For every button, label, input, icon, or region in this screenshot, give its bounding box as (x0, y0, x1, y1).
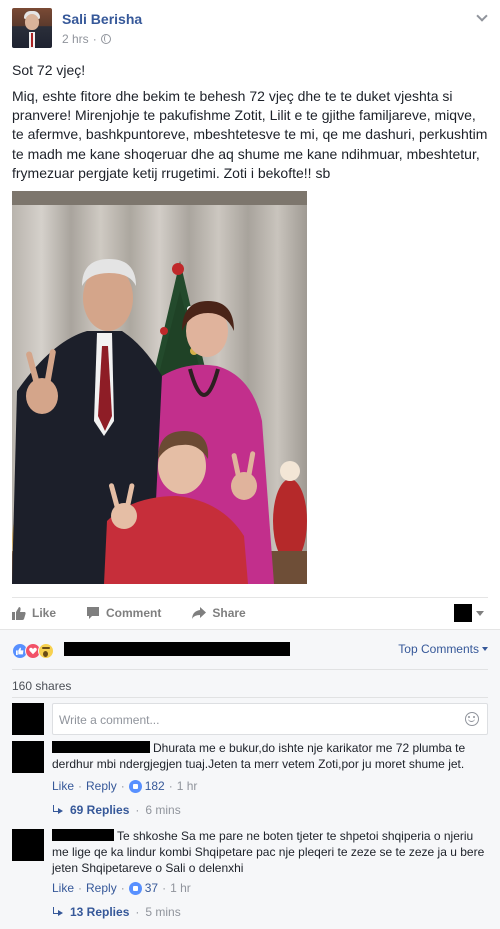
comment-like-link[interactable]: Like (52, 881, 74, 895)
reply-arrow-icon (52, 805, 64, 815)
emoji-icon[interactable] (465, 712, 479, 726)
viewer-avatar (12, 703, 44, 735)
reaction-icons[interactable] (12, 642, 54, 660)
post-meta: 2 hrs · (62, 32, 111, 46)
replies-count[interactable]: 69 Replies (70, 803, 129, 817)
share-arrow-icon (192, 607, 207, 619)
comment-replies[interactable]: 13 Replies · 5 mins (52, 905, 181, 919)
shares-count[interactable]: 160 shares (12, 679, 71, 693)
family-photo-image (12, 191, 307, 584)
reply-arrow-icon (52, 907, 64, 917)
post-title: Sot 72 vjeç! (12, 62, 86, 78)
feedback-section: Top Comments 160 shares Write a comment.… (0, 629, 500, 929)
post-actions-bar: Like Comment Share (12, 600, 488, 626)
comment-text-block: Dhurata me e bukur,do ishte nje karikato… (52, 741, 488, 773)
post-time[interactable]: 2 hrs (62, 32, 89, 46)
redacted-commenter-name[interactable] (52, 829, 114, 841)
share-button[interactable]: Share (191, 606, 246, 620)
comment-time[interactable]: 1 hr (170, 881, 191, 895)
caret-down-icon[interactable] (476, 611, 484, 616)
replies-time: 6 mins (145, 803, 181, 817)
author-name[interactable]: Sali Berisha (62, 11, 142, 27)
comment-time[interactable]: 1 hr (177, 779, 198, 793)
like-badge-icon (128, 881, 142, 895)
divider (12, 697, 488, 698)
redacted-commenter-name[interactable] (52, 741, 150, 753)
comment-text: Te shkoshe Sa me pare ne boten tjeter te… (52, 829, 485, 875)
comment-meta: Like · Reply · 182 · 1 hr (52, 779, 198, 793)
comment-meta: Like · Reply · 37 · 1 hr (52, 881, 191, 895)
audience-selector[interactable] (454, 604, 472, 622)
top-comments-label: Top Comments (398, 642, 479, 656)
caret-down-icon (482, 647, 488, 651)
meta-separator: · (92, 32, 97, 46)
share-button-label: Share (212, 606, 246, 620)
globe-icon[interactable] (100, 34, 111, 44)
replies-time: 5 mins (145, 905, 181, 919)
comment-replies[interactable]: 69 Replies · 6 mins (52, 803, 181, 817)
facebook-post: Sali Berisha 2 hrs · Sot 72 vjeç! Miq, e… (0, 0, 500, 929)
author-avatar[interactable] (12, 8, 52, 48)
chevron-down-icon[interactable] (476, 10, 488, 22)
comment-input-placeholder: Write a comment... (59, 713, 160, 727)
comment-like-count[interactable]: 182 (145, 779, 165, 793)
comment-item: Dhurata me e bukur,do ishte nje karikato… (12, 741, 488, 821)
redacted-reactor-names[interactable] (64, 642, 290, 656)
like-button-label: Like (32, 606, 57, 620)
divider (12, 597, 488, 598)
speech-bubble-icon (87, 607, 100, 619)
comment-like-link[interactable]: Like (52, 779, 74, 793)
replies-count[interactable]: 13 Replies (70, 905, 129, 919)
comment-input[interactable]: Write a comment... (52, 703, 488, 735)
like-button[interactable]: Like (12, 606, 56, 620)
comment-like-count[interactable]: 37 (145, 881, 158, 895)
comment-button[interactable]: Comment (86, 606, 161, 620)
comment-reply-link[interactable]: Reply (86, 779, 117, 793)
commenter-avatar[interactable] (12, 829, 44, 861)
top-comments-dropdown[interactable]: Top Comments (398, 642, 488, 656)
thumbs-up-icon (12, 607, 26, 620)
like-badge-icon (128, 779, 142, 793)
post-header: Sali Berisha 2 hrs · (12, 8, 488, 52)
comment-button-label: Comment (106, 606, 162, 620)
comment-item: Te shkoshe Sa me pare ne boten tjeter te… (12, 829, 488, 924)
wow-reaction-icon (38, 643, 54, 659)
post-body: Miq, eshte fitore dhe bekim te behesh 72… (12, 88, 488, 181)
commenter-avatar[interactable] (12, 741, 44, 773)
comment-text-block: Te shkoshe Sa me pare ne boten tjeter te… (52, 829, 488, 876)
post-photo[interactable] (12, 191, 307, 584)
divider (12, 669, 488, 670)
comment-reply-link[interactable]: Reply (86, 881, 117, 895)
